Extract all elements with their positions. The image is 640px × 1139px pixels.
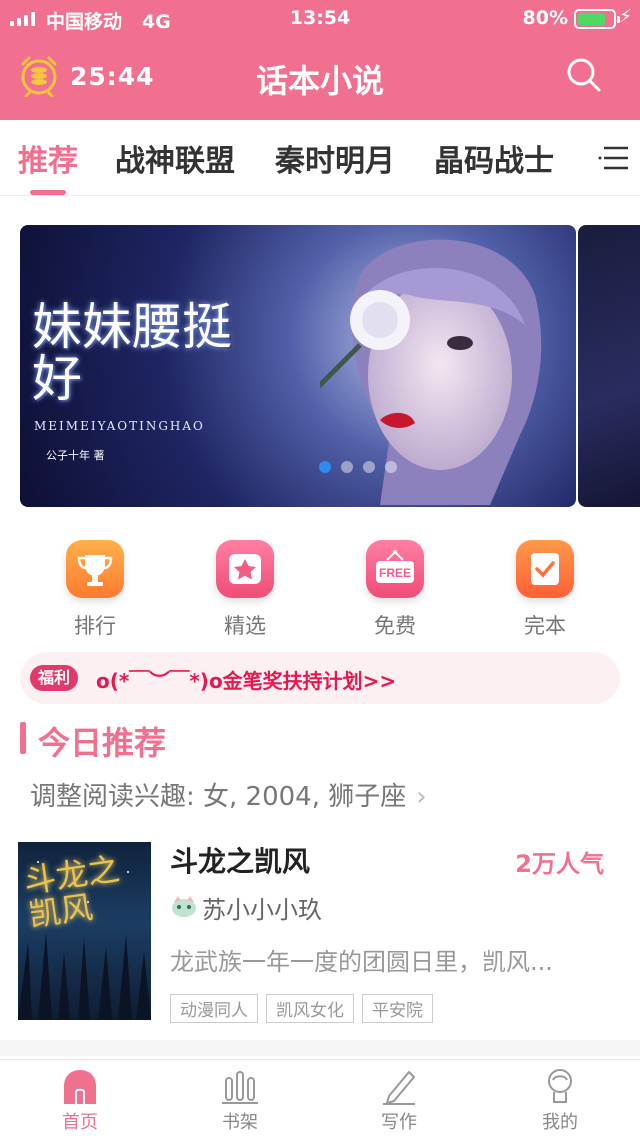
search-icon[interactable] — [566, 57, 602, 93]
chevron-right-icon: › — [416, 782, 427, 812]
category-tabs: 推荐 战神联盟 秦时明月 晶码战士 — [0, 120, 640, 196]
welfare-announcement[interactable]: 福利 o(*￣︶￣*)o金笔奖扶持计划>> — [20, 652, 620, 704]
completed-button[interactable]: 完本 — [490, 540, 600, 640]
nav-profile[interactable]: 我的 — [510, 1066, 610, 1134]
carousel-dot[interactable] — [319, 461, 331, 473]
completed-label: 完本 — [524, 614, 566, 638]
nav-bookshelf[interactable]: 书架 — [190, 1066, 290, 1134]
interest-text: 调整阅读兴趣: 女, 2004, 狮子座 — [30, 782, 407, 812]
section-divider — [0, 1040, 640, 1056]
banner-carousel[interactable]: 妹妹腰挺好 MEIMEIYAOTINGHAO 公子十年 著 — [20, 225, 576, 507]
section-accent-bar — [20, 722, 26, 754]
battery-level — [578, 13, 606, 25]
adjust-interest-link[interactable]: 调整阅读兴趣: 女, 2004, 狮子座 › — [30, 776, 427, 813]
featured-label: 精选 — [224, 614, 266, 638]
ranking-label: 排行 — [74, 614, 116, 638]
tab-jingma-zhanshi[interactable]: 晶码战士 — [434, 136, 554, 180]
welfare-badge: 福利 — [30, 665, 79, 691]
welfare-link-text[interactable]: o(*￣︶￣*)o金笔奖扶持计划>> — [96, 665, 396, 694]
ranking-button[interactable]: 排行 — [40, 540, 150, 640]
nav-write-label: 写作 — [381, 1112, 417, 1133]
free-tag-icon: FREE — [366, 540, 424, 598]
carousel-dot[interactable] — [363, 461, 375, 473]
tab-qinshi-mingyue[interactable]: 秦时明月 — [275, 136, 395, 180]
home-icon — [64, 1070, 96, 1104]
bookshelf-icon — [222, 1071, 258, 1104]
battery-icon — [574, 9, 620, 29]
free-button[interactable]: FREE 免费 — [340, 540, 450, 640]
popularity-count: 2万人气 — [515, 850, 604, 878]
profile-icon — [548, 1069, 572, 1103]
star-icon — [216, 540, 274, 598]
top-bar: 25:44 话本小说 — [0, 38, 640, 120]
active-tab-indicator — [30, 190, 66, 195]
free-badge-text: FREE — [379, 566, 411, 580]
category-shortcuts: 排行 精选 FREE 免费 完本 — [0, 540, 640, 640]
nav-home[interactable]: 首页 — [30, 1066, 130, 1134]
author-avatar-icon — [172, 896, 196, 917]
book-description: 龙武族一年一度的团圆日里，凯风... — [170, 948, 553, 976]
free-label: 免费 — [374, 614, 416, 638]
banner-title: 妹妹腰挺好 — [32, 298, 232, 408]
status-bar: 中国移动 4G 13:54 80% ⚡ — [0, 0, 640, 38]
check-book-icon — [516, 540, 574, 598]
app-title: 话本小说 — [255, 62, 384, 100]
book-title[interactable]: 斗龙之凯风 — [170, 840, 310, 880]
book-author[interactable]: 苏小小小玖 — [202, 890, 322, 925]
app-header: 中国移动 4G 13:54 80% ⚡ 25:44 话本小说 — [0, 0, 640, 120]
trophy-icon — [66, 540, 124, 598]
bottom-navigation: 首页 书架 写作 我的 — [0, 1059, 640, 1139]
carousel-dot[interactable] — [385, 461, 397, 473]
book-tag[interactable]: 凯风女化 — [266, 994, 354, 1023]
book-tag[interactable]: 动漫同人 — [170, 994, 258, 1023]
nav-write[interactable]: 写作 — [349, 1066, 449, 1134]
menu-icon[interactable] — [598, 146, 630, 170]
charging-icon: ⚡ — [619, 6, 632, 27]
book-cover[interactable]: 斗龙之凯风 — [18, 842, 151, 1020]
section-title: 今日推荐 — [38, 724, 167, 762]
nav-bookshelf-label: 书架 — [222, 1112, 258, 1133]
book-tags: 动漫同人 凯风女化 平安院 — [170, 994, 433, 1023]
banner-next-slide-peek[interactable] — [578, 225, 640, 507]
carousel-dot[interactable] — [341, 461, 353, 473]
nav-profile-label: 我的 — [542, 1112, 578, 1133]
banner-pinyin: MEIMEIYAOTINGHAO — [34, 419, 205, 433]
featured-button[interactable]: 精选 — [190, 540, 300, 640]
tab-recommend[interactable]: 推荐 — [18, 136, 78, 180]
carousel-dots — [20, 461, 576, 473]
book-card[interactable]: 斗龙之凯风 斗龙之凯风 2万人气 苏小小小玖 龙武族一年一度的团圆日里，凯风..… — [0, 840, 640, 1040]
battery-percent: 80% — [522, 7, 568, 29]
book-tag[interactable]: 平安院 — [362, 994, 433, 1023]
pen-icon — [383, 1071, 415, 1105]
tab-zhanshen-lianmeng[interactable]: 战神联盟 — [115, 136, 235, 180]
nav-home-label: 首页 — [62, 1112, 98, 1133]
